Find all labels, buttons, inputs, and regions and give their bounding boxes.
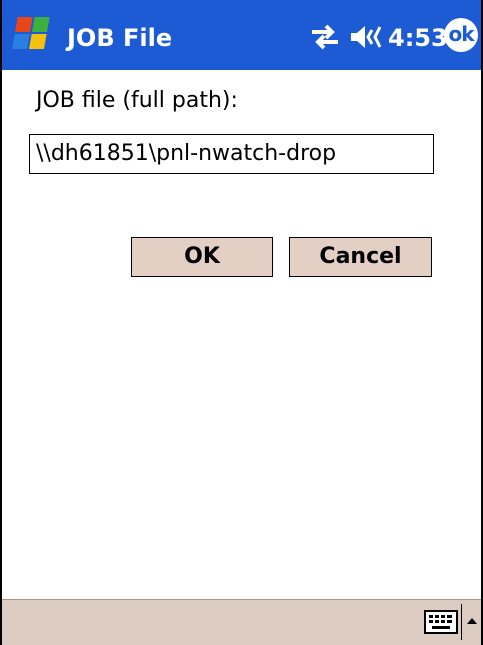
sip-divider [461,604,462,640]
keyboard-icon[interactable] [424,609,458,635]
job-file-label: JOB file (full path): [36,88,238,113]
start-menu-button[interactable] [2,0,62,70]
window-title: JOB File [67,24,173,52]
menu-bar [2,599,481,645]
job-file-path-input[interactable]: \\dh61851\pnl-nwatch-drop [29,134,434,174]
windows-flag-icon [12,17,50,49]
cancel-button[interactable]: Cancel [289,237,432,277]
ok-title-button[interactable]: ok [444,18,478,52]
up-arrow-icon[interactable] [465,614,479,628]
speaker-icon[interactable] [348,22,384,52]
title-bar: JOB File 4:53 ok [2,0,481,70]
ok-button[interactable]: OK [131,237,273,277]
clock[interactable]: 4:53 [388,0,448,70]
pda-screen: JOB File 4:53 ok JOB file (full path): \… [0,0,483,645]
connectivity-arrows-icon[interactable] [308,22,342,52]
